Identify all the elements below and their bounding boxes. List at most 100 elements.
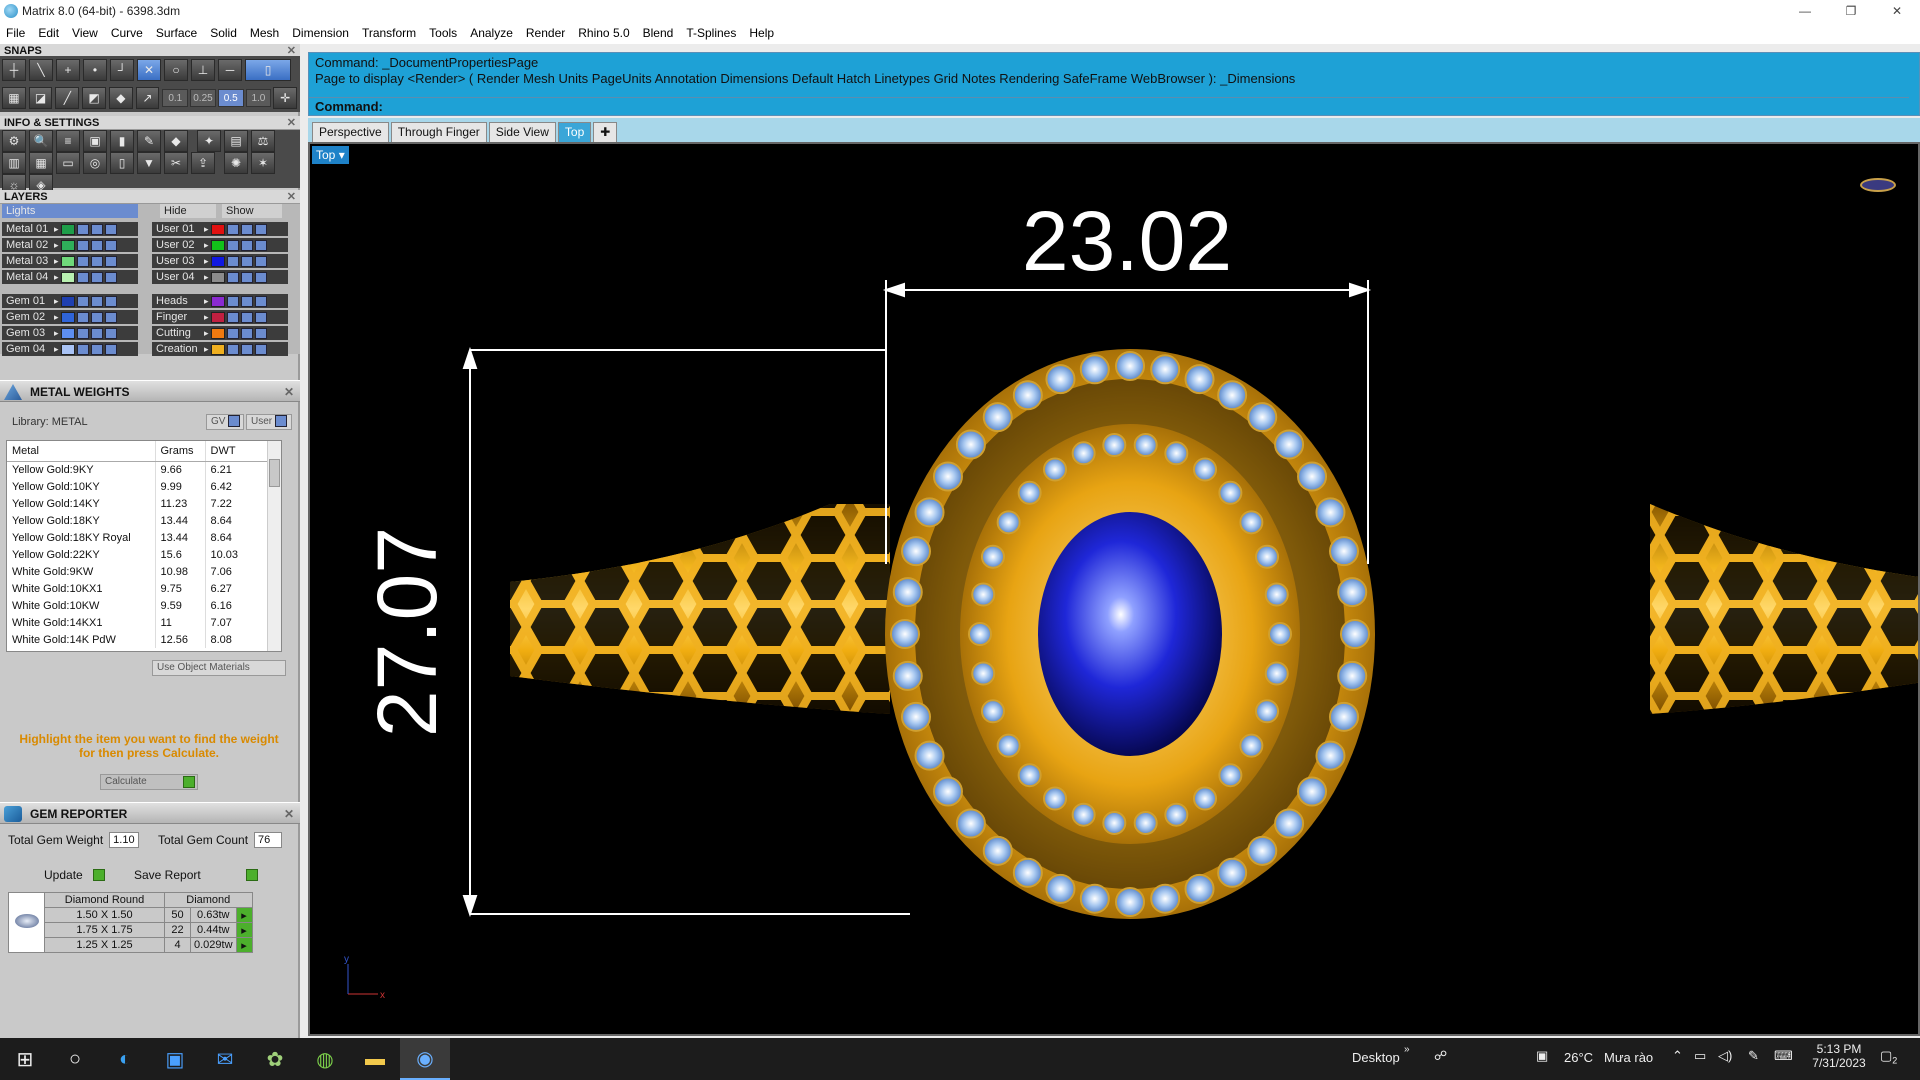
visible-icon[interactable] (240, 311, 253, 323)
visible-icon[interactable] (240, 223, 253, 235)
visible-icon[interactable] (90, 255, 103, 267)
lock-icon[interactable] (76, 295, 89, 307)
scene-icon[interactable]: ✶ (251, 152, 275, 174)
expand-icon[interactable]: ▸ (204, 344, 209, 355)
visible-icon[interactable] (240, 255, 253, 267)
expand-icon[interactable]: ▸ (54, 312, 59, 323)
menu-curve[interactable]: Curve (105, 26, 150, 40)
analysis-icon[interactable]: ▥ (2, 152, 26, 174)
expand-icon[interactable]: ▸ (54, 328, 59, 339)
visible-icon[interactable] (90, 343, 103, 355)
edge-icon[interactable]: ◐ (100, 1038, 150, 1080)
select-icon[interactable] (104, 343, 117, 355)
layer-row[interactable]: Gem 01 ▸ (2, 294, 138, 308)
snap-perp-icon[interactable]: ⊥ (191, 59, 215, 81)
weight-icon[interactable]: ⚖ (251, 130, 275, 152)
store-icon[interactable]: ▣ (150, 1038, 200, 1080)
layer-row-lights[interactable]: Lights (2, 204, 138, 218)
table-row[interactable]: Yellow Gold:10KY 9.99 6.42 (7, 478, 277, 495)
phone-icon[interactable]: ▮ (110, 130, 134, 152)
visible-icon[interactable] (90, 239, 103, 251)
settings-icon[interactable]: ⚙ (2, 130, 26, 152)
tab-side-view[interactable]: Side View (488, 122, 556, 142)
select-icon[interactable] (104, 255, 117, 267)
lock-icon[interactable] (76, 327, 89, 339)
calculate-button[interactable]: Calculate (100, 774, 198, 790)
lock-icon[interactable] (226, 271, 239, 283)
lock-icon[interactable] (76, 271, 89, 283)
table-row[interactable]: Yellow Gold:14KY 11.23 7.22 (7, 495, 277, 512)
search-icon[interactable]: ○ (50, 1038, 100, 1080)
close-icon[interactable]: ✕ (284, 803, 294, 825)
visible-icon[interactable] (90, 295, 103, 307)
expand-icon[interactable]: ▸ (54, 272, 59, 283)
render-icon[interactable]: ✦ (197, 130, 221, 152)
select-icon[interactable] (254, 327, 267, 339)
layer-color-swatch[interactable] (210, 271, 225, 283)
menu-render[interactable]: Render (520, 26, 572, 40)
layer-color-swatch[interactable] (60, 295, 75, 307)
expand-icon[interactable]: ▸ (54, 296, 59, 307)
folder-icon[interactable]: ▬ (350, 1038, 400, 1080)
select-gem-button[interactable]: ▸ (235, 907, 253, 923)
snap-end-icon[interactable]: ┼ (2, 59, 26, 81)
visible-icon[interactable] (90, 327, 103, 339)
menu-dimension[interactable]: Dimension (286, 26, 356, 40)
filter-icon[interactable]: ▼ (137, 152, 161, 174)
layer-color-swatch[interactable] (210, 239, 225, 251)
select-gem-button[interactable]: ▸ (235, 937, 253, 953)
table-row[interactable]: 1.25 X 1.25 4 0.029tw ▸ (9, 937, 253, 953)
layer-row[interactable]: Metal 02 ▸ (2, 238, 138, 252)
expand-icon[interactable]: ▸ (54, 240, 59, 251)
show-button[interactable]: Show (222, 204, 282, 218)
layer-color-swatch[interactable] (60, 327, 75, 339)
visible-icon[interactable] (240, 343, 253, 355)
layer-row[interactable]: Finger ▸ (152, 310, 288, 324)
table-row[interactable]: Yellow Gold:22KY 15.6 10.03 (7, 546, 277, 563)
snap-circle-icon[interactable]: ○ (164, 59, 188, 81)
close-icon[interactable]: ✕ (287, 116, 296, 130)
snap-cen-icon[interactable]: ┘ (110, 59, 134, 81)
menu-tools[interactable]: Tools (423, 26, 464, 40)
snap-tool-icon[interactable]: ✂ (164, 152, 188, 174)
crosshair-icon[interactable]: ✛ (273, 87, 298, 109)
select-gem-button[interactable]: ▸ (235, 922, 253, 938)
lock-icon[interactable] (226, 343, 239, 355)
layer-color-swatch[interactable] (60, 239, 75, 251)
menu-file[interactable]: File (0, 26, 32, 40)
lock-icon[interactable] (76, 239, 89, 251)
grid-view-icon[interactable]: ▦ (29, 152, 53, 174)
snap-tan-icon[interactable]: ─ (218, 59, 242, 81)
layer-color-swatch[interactable] (210, 311, 225, 323)
layer-color-swatch[interactable] (210, 327, 225, 339)
lock-icon[interactable] (76, 255, 89, 267)
gumball-icon[interactable]: ◆ (108, 87, 133, 109)
menu-transform[interactable]: Transform (356, 26, 423, 40)
use-object-materials-toggle[interactable]: Use Object Materials (152, 660, 286, 676)
expand-icon[interactable]: ▸ (204, 256, 209, 267)
layer-row[interactable]: Cutting ▸ (152, 326, 288, 340)
visible-icon[interactable] (240, 239, 253, 251)
expand-icon[interactable]: ▸ (204, 272, 209, 283)
menu-view[interactable]: View (66, 26, 105, 40)
tab-through-finger[interactable]: Through Finger (390, 122, 487, 142)
lock-icon[interactable] (226, 223, 239, 235)
layer-color-swatch[interactable] (210, 223, 225, 235)
lock-icon[interactable] (76, 223, 89, 235)
maximize-button[interactable]: ❐ (1828, 0, 1874, 22)
expand-icon[interactable]: ▸ (204, 240, 209, 251)
snap-toggle-icon[interactable]: ▯ (245, 59, 291, 81)
smarttrack-icon[interactable]: ↗ (135, 87, 160, 109)
pen-icon[interactable]: ✎ (1748, 1048, 1759, 1064)
layer-color-swatch[interactable] (60, 343, 75, 355)
notification-icon[interactable]: ▢2 (1880, 1048, 1897, 1066)
desktop-toolbar[interactable]: Desktop (1352, 1050, 1400, 1065)
select-icon[interactable] (104, 327, 117, 339)
visible-icon[interactable] (240, 271, 253, 283)
table-row[interactable]: Yellow Gold:18KY 13.44 8.64 (7, 512, 277, 529)
select-icon[interactable] (254, 311, 267, 323)
table-row[interactable]: 1.50 X 1.50 50 0.63tw ▸ (9, 907, 253, 923)
lock-icon[interactable] (226, 295, 239, 307)
layer-color-swatch[interactable] (60, 311, 75, 323)
monitor-icon[interactable]: ▭ (56, 152, 80, 174)
